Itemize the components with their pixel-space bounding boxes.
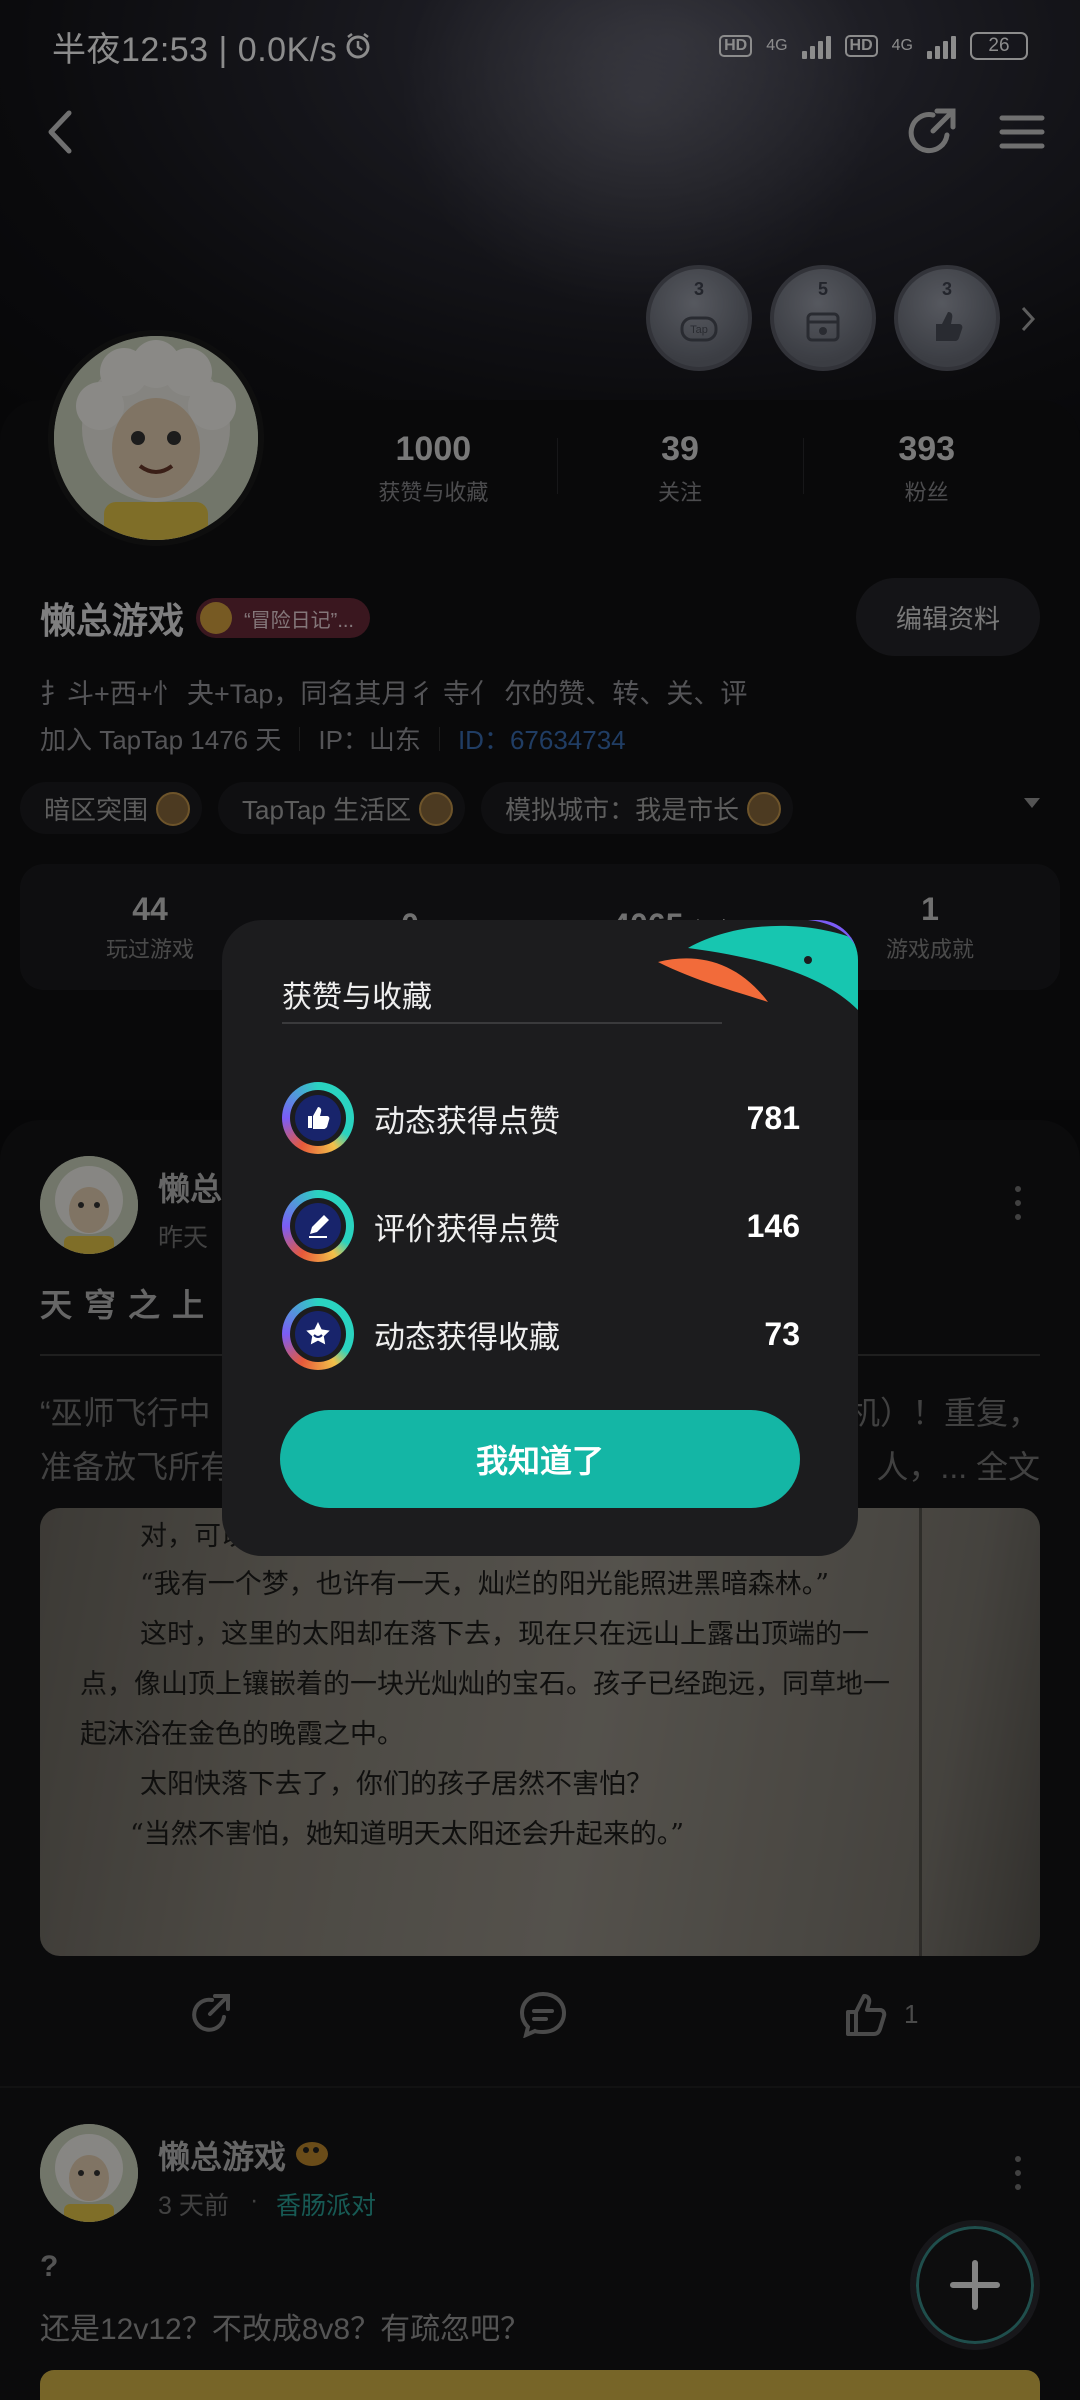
row-label: 动态获得收藏 (374, 1319, 560, 1355)
dialog-title: 获赞与收藏 (282, 981, 432, 1014)
likes-favorites-dialog: 获赞与收藏 动态获得点赞 781 评价获得点赞 146 动态获得收藏 73 我知… (222, 920, 858, 1556)
row-value: 146 (746, 1207, 800, 1244)
got-it-button[interactable]: 我知道了 (280, 1410, 800, 1508)
row-value: 73 (764, 1315, 800, 1352)
row-label: 评价获得点赞 (374, 1211, 560, 1247)
thumb-up-icon (282, 1082, 354, 1154)
row-label: 动态获得点赞 (374, 1103, 560, 1139)
row-value: 781 (746, 1099, 800, 1136)
dialog-row-review-likes: 评价获得点赞 146 (282, 1188, 800, 1264)
dialog-corner-decoration (658, 920, 858, 1010)
pen-icon (282, 1190, 354, 1262)
dialog-row-post-favorites: 动态获得收藏 73 (282, 1296, 800, 1372)
dialog-divider (282, 1022, 722, 1024)
star-icon (282, 1298, 354, 1370)
dialog-row-post-likes: 动态获得点赞 781 (282, 1080, 800, 1156)
